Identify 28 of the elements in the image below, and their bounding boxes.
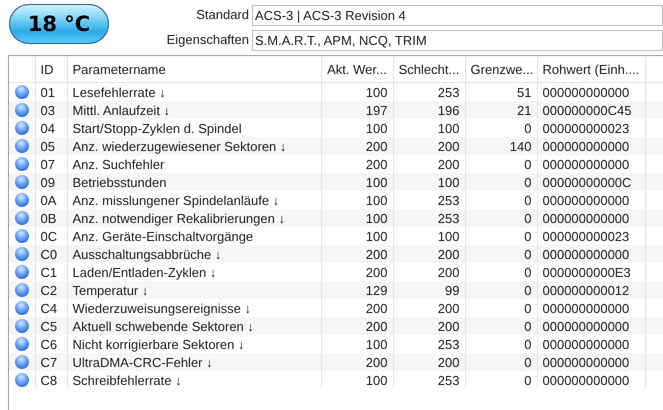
raw-value: 000000000000	[537, 371, 645, 389]
status-icon	[14, 103, 29, 117]
status-icon	[14, 301, 29, 315]
status-icon	[14, 337, 29, 351]
status-icon	[14, 85, 29, 99]
status-icon	[14, 211, 29, 225]
status-icon	[14, 355, 29, 369]
parameter-name: Schreibfehlerrate ↓	[67, 371, 321, 389]
status-icon	[14, 283, 29, 297]
table-cell: 0	[465, 371, 537, 389]
status-icon	[14, 139, 29, 153]
value-field[interactable]: S.M.A.R.T., APM, NCQ, TRIM	[252, 30, 663, 51]
status-icon	[14, 121, 29, 135]
table-cell: 253	[393, 371, 465, 389]
value-field[interactable]: ACS-3 | ACS-3 Revision 4	[252, 5, 663, 26]
field-label: Standard	[195, 6, 250, 24]
status-icon	[14, 265, 29, 279]
status-icon	[14, 373, 29, 387]
status-icon	[14, 319, 29, 333]
status-icon	[14, 247, 29, 261]
status-icon	[14, 229, 29, 243]
id-cell: C8	[35, 371, 67, 389]
status-icon	[14, 193, 29, 207]
status-icon	[14, 157, 29, 171]
field-label: Eigenschaften	[166, 31, 250, 49]
temperature-badge: 18 °C	[9, 4, 109, 44]
status-icon	[14, 175, 29, 189]
table-cell: 100	[321, 371, 393, 389]
